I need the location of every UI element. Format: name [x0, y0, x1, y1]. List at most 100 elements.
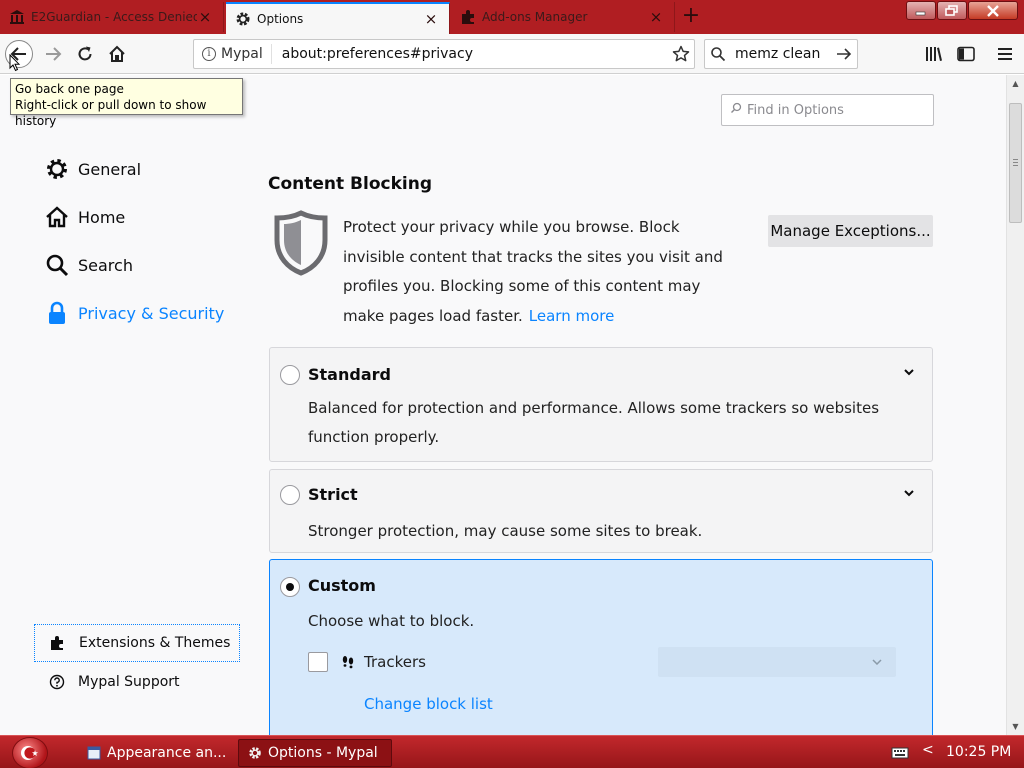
search-go-button[interactable]	[831, 46, 857, 62]
minimize-button[interactable]	[906, 1, 936, 20]
home-icon	[44, 204, 70, 230]
extensions-themes-link[interactable]: Extensions & Themes	[34, 624, 240, 662]
reload-button[interactable]	[71, 40, 99, 68]
option-title: Standard	[308, 365, 391, 384]
category-home[interactable]: Home	[44, 202, 125, 232]
tray-expand-icon[interactable]: <	[922, 742, 934, 758]
chevron-down-icon[interactable]	[900, 365, 918, 379]
category-search[interactable]: Search	[44, 250, 133, 280]
close-tab-icon[interactable]: ×	[197, 8, 213, 26]
content-blocking-description: Protect your privacy while you browse. B…	[343, 213, 743, 331]
site-identity[interactable]: i Mypal	[194, 44, 272, 64]
category-general[interactable]: General	[44, 154, 141, 184]
close-window-button[interactable]	[968, 1, 1018, 20]
bookmark-star-button[interactable]	[668, 41, 694, 67]
vertical-scrollbar[interactable]: ▲ ▼	[1006, 75, 1024, 735]
search-bar[interactable]: memz clean	[704, 39, 858, 69]
taskbar-item-options-mypal[interactable]: Options - Mypal	[238, 739, 392, 767]
tab-strip: E2Guardian - Access Denied × Options × A…	[0, 0, 1024, 34]
sidebar-toggle-button[interactable]	[954, 42, 978, 66]
blocking-option-strict[interactable]: Strict Stronger protection, may cause so…	[269, 469, 933, 553]
task-label: Appearance an...	[107, 745, 227, 761]
footer-link-label: Mypal Support	[78, 674, 180, 690]
option-description: Balanced for protection and performance.…	[308, 399, 880, 446]
support-link[interactable]: Mypal Support	[34, 666, 240, 698]
start-button[interactable]	[12, 737, 48, 768]
home-button[interactable]	[103, 40, 131, 68]
learn-more-link[interactable]: Learn more	[529, 307, 615, 325]
tooltip-line: Right-click or pull down to show history	[15, 98, 207, 128]
arrow-right-icon	[837, 48, 852, 60]
site-name: Mypal	[221, 46, 263, 62]
standard-radio[interactable]	[280, 365, 300, 385]
scroll-down-arrow-icon[interactable]: ▼	[1007, 718, 1024, 735]
chevron-down-icon	[872, 659, 882, 665]
tab-label: Add-ons Manager	[482, 10, 588, 24]
taskbar: Appearance an... Options - Mypal < 10:25…	[0, 735, 1024, 768]
forward-button[interactable]	[39, 40, 67, 68]
search-input[interactable]: memz clean	[731, 46, 831, 62]
category-label: General	[78, 159, 142, 179]
tab-addons-manager[interactable]: Add-ons Manager ×	[451, 2, 675, 32]
mouse-pointer-icon	[9, 54, 21, 72]
back-button-tooltip: Go back one page Right-click or pull dow…	[10, 78, 243, 128]
url-bar[interactable]: i Mypal about:preferences#privacy	[193, 39, 695, 69]
tab-e2guardian[interactable]: E2Guardian - Access Denied ×	[0, 2, 224, 32]
taskbar-item-appearance[interactable]: Appearance an...	[78, 739, 230, 767]
change-block-list-link[interactable]: Change block list	[364, 695, 493, 713]
trackers-dropdown[interactable]	[658, 647, 896, 677]
custom-radio[interactable]	[280, 577, 300, 597]
library-icon	[926, 47, 942, 61]
category-label: Privacy & Security	[78, 303, 225, 323]
option-title: Strict	[308, 485, 358, 504]
strict-radio[interactable]	[280, 485, 300, 505]
home-icon	[109, 45, 125, 62]
shield-icon	[274, 210, 328, 276]
scroll-up-arrow-icon[interactable]: ▲	[1007, 75, 1024, 92]
scrollbar-thumb[interactable]	[1009, 103, 1022, 223]
tab-options[interactable]: Options ×	[226, 2, 450, 34]
blocking-option-standard[interactable]: Standard Balanced for protection and per…	[269, 347, 933, 462]
close-tab-icon[interactable]: ×	[648, 8, 664, 26]
section-title: Content Blocking	[268, 174, 433, 194]
library-button[interactable]	[922, 42, 946, 66]
hamburger-icon	[998, 48, 1012, 60]
maximize-button[interactable]	[937, 1, 967, 20]
gear-icon	[44, 156, 70, 182]
hamburger-menu-button[interactable]	[993, 42, 1017, 66]
blocking-option-custom[interactable]: Custom Choose what to block. Trackers Ch…	[269, 559, 933, 735]
help-icon	[48, 673, 66, 691]
search-icon	[705, 46, 731, 62]
find-in-options-input[interactable]: Find in Options	[721, 94, 934, 126]
new-tab-button[interactable]: +	[678, 4, 704, 30]
category-privacy-security[interactable]: Privacy & Security	[44, 298, 224, 328]
close-tab-icon[interactable]: ×	[423, 10, 439, 28]
option-description: Stronger protection, may cause some site…	[308, 522, 703, 540]
star-icon	[672, 45, 690, 62]
gear-icon	[247, 745, 263, 761]
navigation-toolbar: i Mypal about:preferences#privacy memz c…	[0, 34, 1024, 74]
chevron-down-icon[interactable]	[900, 486, 918, 500]
reload-icon	[78, 46, 92, 61]
category-label: Search	[78, 255, 133, 275]
sidebar-icon	[957, 46, 975, 62]
option-title: Custom	[308, 576, 376, 595]
keyboard-icon[interactable]	[891, 747, 909, 759]
tab-label: E2Guardian - Access Denied	[31, 10, 197, 24]
find-placeholder: Find in Options	[747, 102, 844, 118]
trackers-checkbox[interactable]	[308, 652, 328, 672]
forward-arrow-icon	[46, 47, 62, 61]
manage-exceptions-button[interactable]: Manage Exceptions...	[768, 215, 933, 247]
bank-icon	[8, 8, 26, 26]
tab-label: Options	[257, 12, 304, 26]
footer-link-label: Extensions & Themes	[79, 635, 231, 651]
footprints-icon	[340, 655, 356, 669]
close-icon	[987, 4, 999, 17]
clock[interactable]: 10:25 PM	[946, 744, 1011, 760]
search-icon	[44, 252, 70, 278]
gear-icon	[234, 10, 252, 28]
task-label: Options - Mypal	[268, 745, 378, 761]
url-text[interactable]: about:preferences#privacy	[272, 46, 668, 62]
option-description: Choose what to block.	[308, 612, 475, 630]
crescent-star-icon	[21, 746, 38, 760]
